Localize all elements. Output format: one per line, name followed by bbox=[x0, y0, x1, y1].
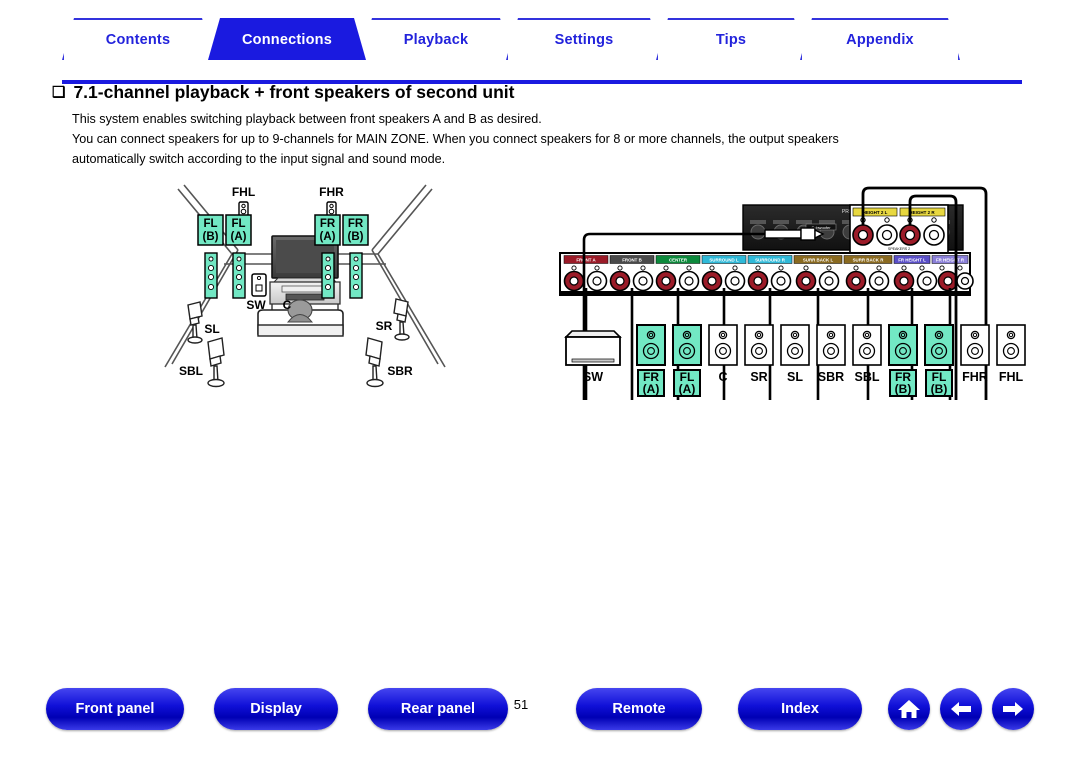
back-arrow-icon[interactable] bbox=[940, 688, 982, 730]
front-panel-button-label: Front panel bbox=[75, 701, 155, 717]
tab-settings[interactable]: Settings bbox=[506, 18, 662, 60]
room-layout-diagram: FL (B) FL (A) FR (A) FR (B) FHL FHR SW C… bbox=[160, 182, 450, 397]
index-button-label: Index bbox=[781, 701, 819, 717]
remote-button-label: Remote bbox=[612, 701, 666, 717]
svg-text:FRONT B: FRONT B bbox=[622, 258, 642, 263]
tab-contents-label: Contents bbox=[105, 32, 171, 48]
label-SL: SL bbox=[204, 322, 219, 336]
height2-left-label: HEIGHT 2 L bbox=[863, 210, 888, 215]
svg-text:SBL: SBL bbox=[855, 370, 880, 384]
svg-text:SW: SW bbox=[583, 370, 603, 384]
rear-panel-button[interactable]: Rear panel bbox=[368, 688, 508, 730]
svg-text:(A): (A) bbox=[231, 231, 247, 243]
svg-text:FRONT A: FRONT A bbox=[576, 258, 596, 263]
tab-connections[interactable]: Connections bbox=[208, 18, 366, 60]
svg-text:(B): (B) bbox=[931, 382, 948, 396]
svg-text:SPEAKERS 2: SPEAKERS 2 bbox=[888, 247, 910, 251]
svg-text:(B): (B) bbox=[348, 231, 364, 243]
label-FHL: FHL bbox=[232, 185, 255, 199]
tab-tips[interactable]: Tips bbox=[656, 18, 806, 60]
svg-text:FHR: FHR bbox=[962, 370, 988, 384]
svg-text:C: C bbox=[718, 370, 727, 384]
intro-line-3: automatically switch according to the in… bbox=[72, 152, 446, 166]
top-tab-bar: Contents Connections Playback Settings T… bbox=[0, 18, 1080, 84]
svg-text:(B): (B) bbox=[895, 382, 912, 396]
svg-text:FR: FR bbox=[348, 218, 364, 230]
svg-text:(A): (A) bbox=[643, 382, 660, 396]
svg-text:(A): (A) bbox=[320, 231, 336, 243]
tab-tips-label: Tips bbox=[715, 32, 747, 48]
tab-playback[interactable]: Playback bbox=[360, 18, 512, 60]
svg-text:SURROUND R: SURROUND R bbox=[755, 258, 786, 263]
home-icon[interactable] bbox=[888, 688, 930, 730]
svg-text:SURR BACK L: SURR BACK L bbox=[803, 258, 834, 263]
intro-paragraphs: This system enables switching playback b… bbox=[72, 110, 972, 170]
svg-text:FR HEIGHT R: FR HEIGHT R bbox=[936, 258, 965, 263]
legend-item-sw: SW bbox=[564, 330, 622, 384]
svg-text:FR HEIGHT L: FR HEIGHT L bbox=[898, 258, 926, 263]
svg-text:FL: FL bbox=[231, 218, 245, 230]
svg-text:CENTER: CENTER bbox=[669, 258, 688, 263]
page-title: ❑ 7.1-channel playback + front speakers … bbox=[52, 82, 1032, 103]
tab-contents[interactable]: Contents bbox=[62, 18, 214, 60]
svg-text:SURROUND L: SURROUND L bbox=[709, 258, 739, 263]
intro-line-1: This system enables switching playback b… bbox=[72, 112, 542, 126]
svg-text:SBR: SBR bbox=[818, 370, 844, 384]
label-FHR: FHR bbox=[319, 185, 344, 199]
tab-settings-label: Settings bbox=[554, 32, 614, 48]
tab-appendix[interactable]: Appendix bbox=[800, 18, 960, 60]
svg-text:FL: FL bbox=[203, 218, 217, 230]
display-button[interactable]: Display bbox=[214, 688, 338, 730]
tab-appendix-label: Appendix bbox=[846, 32, 914, 48]
front-panel-button[interactable]: Front panel bbox=[46, 688, 184, 730]
svg-text:(B): (B) bbox=[203, 231, 219, 243]
speaker-legend-row: SW FR (A) FL (A) C SR SL SBR SBL FR (B) … bbox=[558, 305, 1036, 400]
page-title-text: 7.1-channel playback + front speakers of… bbox=[73, 82, 515, 102]
forward-arrow-icon[interactable] bbox=[992, 688, 1034, 730]
height2-right-label: HEIGHT 2 R bbox=[909, 210, 935, 215]
svg-text:(A): (A) bbox=[679, 382, 696, 396]
svg-text:FR: FR bbox=[320, 218, 336, 230]
tab-playback-label: Playback bbox=[403, 32, 469, 48]
svg-text:SURR BACK R: SURR BACK R bbox=[853, 258, 885, 263]
tab-connections-label: Connections bbox=[241, 32, 332, 48]
label-SBR: SBR bbox=[387, 364, 413, 378]
index-button[interactable]: Index bbox=[738, 688, 862, 730]
svg-text:SL: SL bbox=[787, 370, 803, 384]
label-SR: SR bbox=[376, 319, 393, 333]
svg-text:SR: SR bbox=[750, 370, 767, 384]
svg-text:FHL: FHL bbox=[999, 370, 1024, 384]
section-bullet-icon: ❑ bbox=[52, 84, 66, 101]
rear-panel-button-label: Rear panel bbox=[400, 701, 476, 717]
display-button-label: Display bbox=[250, 701, 302, 717]
label-SW: SW bbox=[246, 298, 266, 312]
tab-list: Contents Connections Playback Settings T… bbox=[62, 18, 1022, 60]
label-C: C bbox=[283, 298, 292, 312]
remote-button[interactable]: Remote bbox=[576, 688, 702, 730]
intro-line-2: You can connect speakers for up to 9-cha… bbox=[72, 132, 839, 146]
label-SBL: SBL bbox=[179, 364, 203, 378]
page-number: 51 bbox=[513, 697, 529, 712]
bottom-navigation-bar: Front panel Display Rear panel 51 Remote… bbox=[0, 688, 1080, 746]
